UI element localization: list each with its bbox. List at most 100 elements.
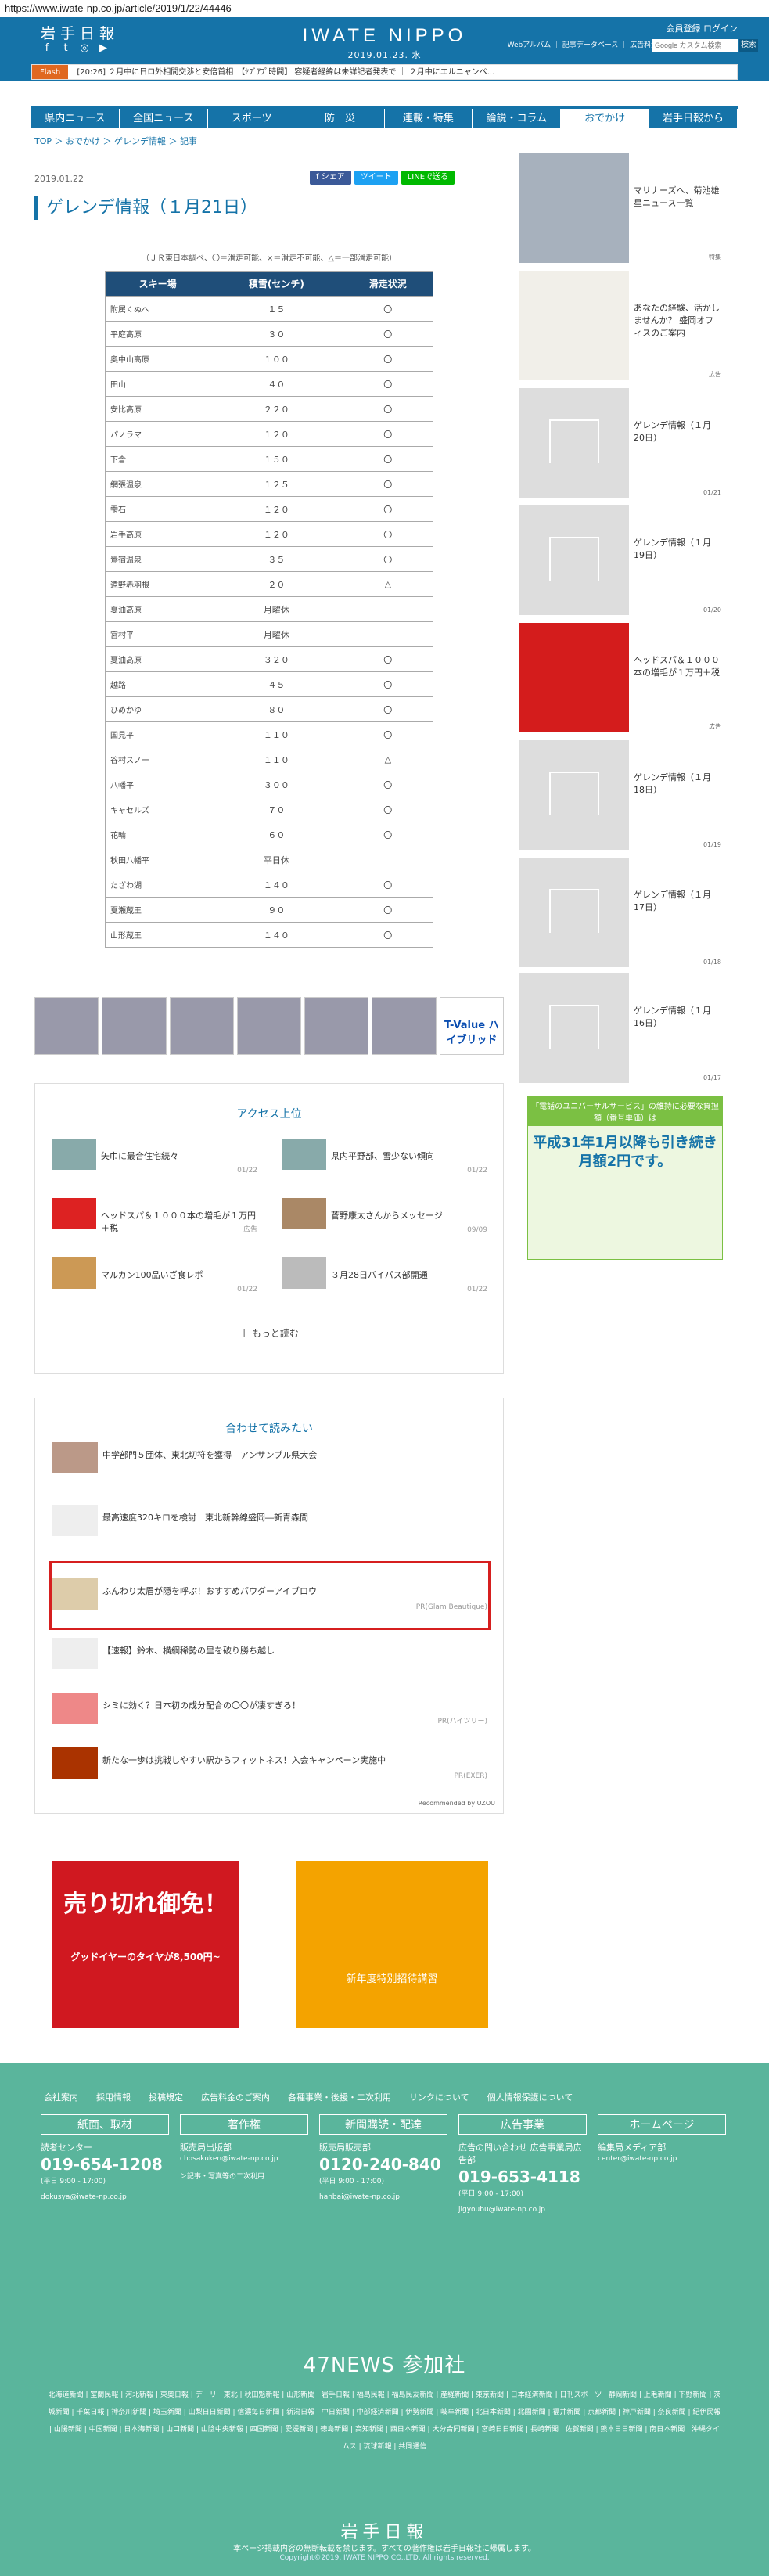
address-bar[interactable]: https://www.iwate-np.co.jp/article/2019/… — [0, 0, 769, 17]
table-cell: ３００ — [210, 772, 343, 797]
related-item-pr[interactable]: シミに効く？日本初の成分配合の〇〇が凄すぎる！ PR(ハイツリー) — [52, 1688, 487, 1727]
thumbnail — [52, 1442, 98, 1473]
footer-link[interactable]: 個人情報保護について — [487, 2091, 573, 2103]
sidebar-item[interactable]: あなたの経験、活かしませんか？ 盛岡オフィスのご案内 広告 — [519, 271, 724, 380]
phone-number[interactable]: 019-653-4118 — [458, 2168, 587, 2186]
search-button[interactable]: 検索 — [739, 39, 758, 52]
sidebar-item[interactable]: ゲレンデ情報（１月18日） 01/19 — [519, 740, 724, 850]
nav-item[interactable]: 連載・特集 — [385, 109, 473, 128]
access-item[interactable]: ３月28日バイパス部開通 01/22 — [282, 1257, 487, 1298]
car-image — [34, 997, 99, 1055]
nav-item-active[interactable]: おでかけ — [561, 109, 650, 128]
instagram-icon[interactable]: ◎ — [78, 42, 91, 55]
line-share-button[interactable]: LINEで送る — [401, 171, 455, 185]
footer-link[interactable]: 採用情報 — [96, 2091, 131, 2103]
access-item-text: ヘッドスパ＆１０００本の増毛が１万円＋税 — [101, 1211, 256, 1233]
member-links[interactable]: 会員登録 ログイン — [667, 22, 738, 34]
related-item-pr[interactable]: ふんわり太眉が隠を呼ぶ！おすすめパウダーアイブロウ PR(Glam Beautiq… — [52, 1574, 487, 1613]
article-main: 2019.01.22 f シェア ツイート LINEで送る ゲレンデ情報（１月2… — [34, 153, 504, 948]
nav-item[interactable]: 論説・コラム — [473, 109, 562, 128]
related-item[interactable]: 中学部門５団体、東北切符を獲得 アンサンブル県大会 — [52, 1437, 487, 1477]
access-item[interactable]: マルカン100品いざ食レポ 01/22 — [52, 1257, 257, 1298]
phone-number[interactable]: 0120-240-840 — [319, 2155, 447, 2174]
sidebar-item[interactable]: ゲレンデ情報（１月19日） 01/20 — [519, 505, 724, 615]
access-ranking: アクセス上位 矢巾に最合住宅続々 01/22 県内平野部、雪少ない傾向 01/22 … — [34, 1083, 504, 1374]
footer-link[interactable]: 広告料金のご案内 — [201, 2091, 270, 2103]
related-item[interactable]: 【速報】鈴木、横綱稀勢の里を破り勝ち越し — [52, 1633, 487, 1672]
table-cell: 〇 — [342, 772, 434, 797]
table-row: 岩手高原 １２０ 〇 — [104, 521, 434, 547]
sidebar-item-text: ゲレンデ情報（１月16日） — [634, 1006, 711, 1028]
thumbnail — [282, 1139, 326, 1170]
footer-link[interactable]: 各種事業・後援・二次利用 — [288, 2091, 391, 2103]
footer-link[interactable]: リンクについて — [409, 2091, 469, 2103]
contact-email[interactable]: hanbai@iwate-np.co.jp — [319, 2193, 447, 2201]
tweet-button[interactable]: ツイート — [354, 171, 398, 185]
sidebar-item-text: ゲレンデ情報（１月17日） — [634, 890, 711, 912]
footer-link[interactable]: 会社案内 — [44, 2091, 78, 2103]
contact-heading[interactable]: 紙面、取材 — [41, 2114, 169, 2135]
twitter-icon[interactable]: t — [59, 42, 72, 55]
table-cell — [342, 847, 434, 872]
contact-heading[interactable]: 広告事業 — [458, 2114, 587, 2135]
thumbnail — [519, 973, 629, 1083]
table-row: 谷村スノー １１０ △ — [104, 747, 434, 772]
search-input[interactable] — [652, 39, 738, 52]
footer-logo[interactable]: 岩手日報 — [0, 2518, 769, 2543]
secondary-use-link[interactable]: ＞記事・写真等の二次利用 — [180, 2171, 308, 2181]
sidebar-item-date: 広告 — [709, 723, 721, 730]
access-item[interactable]: 県内平野部、雪少ない傾向 01/22 — [282, 1139, 487, 1179]
related-item[interactable]: 最高速度320キロを検討 東北新幹線盛岡―新青森間 — [52, 1500, 487, 1539]
header-links[interactable]: Webアルバム ｜ 記事データベース ｜ 広告料金 ｜ — [508, 39, 667, 49]
related-item-pr[interactable]: 新たな一歩は挑戦しやすい駅からフィットネス！入会キャンペーン実施中 PR(EXER… — [52, 1743, 487, 1782]
read-more-link[interactable]: ＋ もっと読む — [35, 1326, 503, 1340]
table-cell: 遠野赤羽根 — [104, 571, 211, 597]
flash-ticker[interactable]: Flash [20:26] ２月中に日ロ外相間交渉と安倍首相 【ｾﾌﾞｱﾌﾟ時間… — [31, 64, 738, 80]
thumbnail — [519, 858, 629, 967]
contact-email[interactable]: dokusya@iwate-np.co.jp — [41, 2193, 169, 2201]
contact-heading[interactable]: 新聞購読・配達 — [319, 2114, 447, 2135]
sidebar-item[interactable]: ヘッドスパ＆１０００本の増毛が１万円＋税 広告 — [519, 623, 724, 732]
thumbnail — [519, 505, 629, 615]
nav-item[interactable]: 防 災 — [296, 109, 385, 128]
access-item[interactable]: 矢巾に最合住宅続々 01/22 — [52, 1139, 257, 1179]
table-cell — [342, 621, 434, 647]
facebook-share-button[interactable]: f シェア — [310, 171, 351, 185]
contact-heading[interactable]: 著作権 — [180, 2114, 308, 2135]
footer-link[interactable]: 投稿規定 — [149, 2091, 183, 2103]
car-image — [304, 997, 369, 1055]
f47-list[interactable]: 北海道新聞 | 室蘭民報 | 河北新報 | 東奥日報 | デーリー東北 | 秋田… — [47, 2387, 722, 2455]
sidebar-item[interactable]: ゲレンデ情報（１月20日） 01/21 — [519, 388, 724, 498]
nav-item[interactable]: 岩手日報から — [649, 109, 738, 128]
sidebar-item[interactable]: マリナーズへ、菊池雄星ニュース一覧 特集 — [519, 153, 724, 263]
recommended-by[interactable]: Recommended by UZOU — [419, 1800, 495, 1807]
contact-email[interactable]: center@iwate-np.co.jp — [598, 2155, 726, 2163]
youtube-icon[interactable]: ▶ — [97, 42, 110, 55]
table-row: 田山 ４０ 〇 — [104, 371, 434, 397]
table-cell: 八幡平 — [104, 772, 211, 797]
nav-item[interactable]: 全国ニュース — [120, 109, 208, 128]
contact-email[interactable]: chosakuken@iwate-np.co.jp — [180, 2155, 308, 2163]
flash-text[interactable]: [20:26] ２月中に日ロ外相間交渉と安倍首相 【ｾﾌﾞｱﾌﾟ時間】 容疑者経… — [77, 68, 494, 77]
logo-mark-icon — [549, 889, 599, 933]
access-item[interactable]: 菅野康太さんからメッセージ 09/09 — [282, 1198, 487, 1239]
car-ad-banner[interactable]: T-Value ハイブリッド — [34, 997, 504, 1055]
sidebar-item[interactable]: ゲレンデ情報（１月16日） 01/17 — [519, 973, 724, 1083]
contact-heading[interactable]: ホームページ — [598, 2114, 726, 2135]
phone-number[interactable]: 019-654-1208 — [41, 2155, 169, 2174]
facebook-icon[interactable]: f — [41, 42, 53, 55]
sidebar-item[interactable]: ゲレンデ情報（１月17日） 01/18 — [519, 858, 724, 967]
universal-service-ad[interactable]: 「電話のユニバーサルサービス」の維持に必要な負担額（番号単価）は 平成31年1月… — [527, 1096, 723, 1260]
tire-ad[interactable]: 売り切れ御免！ グッドイヤーのタイヤが8,500円~ — [52, 1861, 239, 2028]
nav-item[interactable]: スポーツ — [208, 109, 296, 128]
breadcrumb[interactable]: TOP ＞ おでかけ ＞ ゲレンデ情報 ＞ 記事 — [34, 135, 197, 147]
contact-email[interactable]: jigyoubu@iwate-np.co.jp — [458, 2206, 587, 2214]
table-cell: ２０ — [210, 571, 343, 597]
access-item[interactable]: ヘッドスパ＆１０００本の増毛が１万円＋税 広告 — [52, 1198, 257, 1239]
table-cell: △ — [342, 571, 434, 597]
table-cell: △ — [342, 747, 434, 772]
nav-item[interactable]: 県内ニュース — [31, 109, 120, 128]
table-row: 遠野赤羽根 ２０ △ — [104, 571, 434, 597]
seminar-ad[interactable]: 新年度特別招待講習 — [296, 1861, 488, 2028]
contact-column: 新聞購読・配達 販売局販売部 0120-240-840 (平日 9:00 - 17:0… — [319, 2114, 447, 2201]
